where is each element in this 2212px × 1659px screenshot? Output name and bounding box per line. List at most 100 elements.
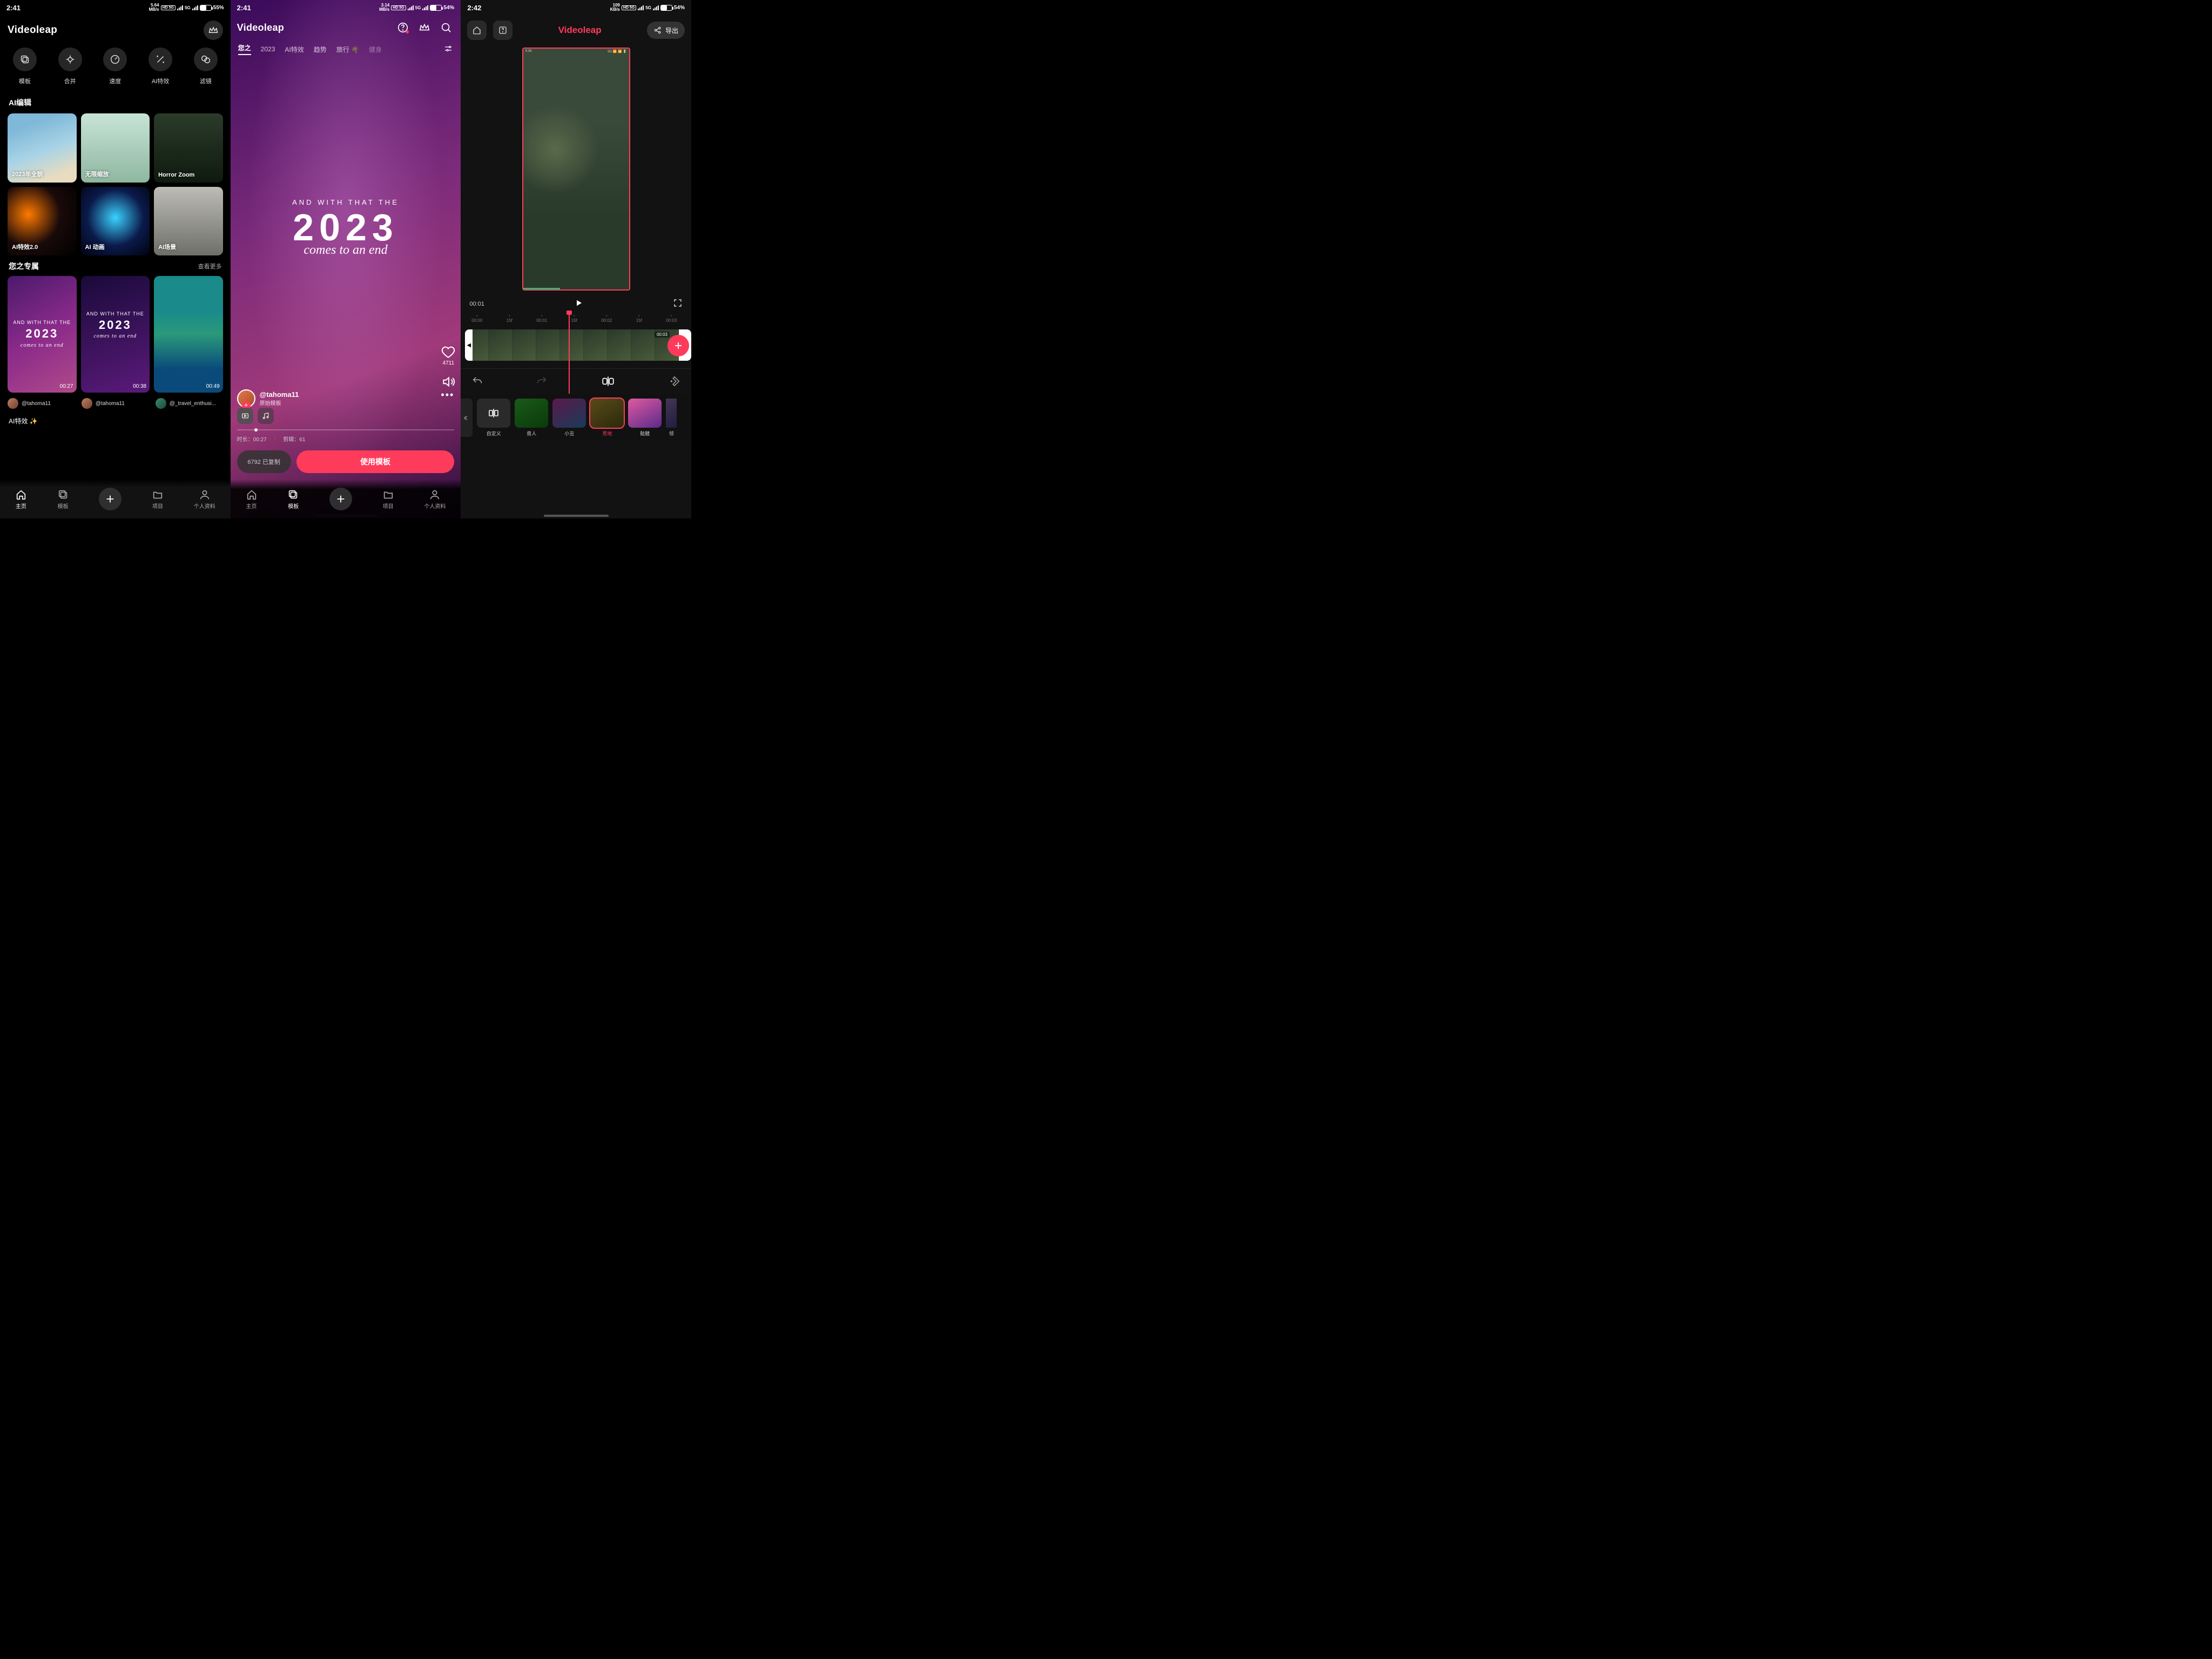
tool-speed[interactable]: 速度: [95, 48, 135, 85]
card-2023-look[interactable]: 2023年全貌: [8, 113, 77, 183]
edit-toolbar: [461, 368, 691, 394]
home-screen: 2:41 5.64MB/s HD 5G 5G 55% Videoleap 模板 …: [0, 0, 231, 518]
drawer-collapse-button[interactable]: [461, 399, 473, 437]
copy-icon: [19, 53, 31, 65]
fx-extra[interactable]: 领: [666, 399, 677, 437]
tool-templates[interactable]: 模板: [5, 48, 45, 85]
search-button[interactable]: [438, 19, 454, 36]
nav-templates[interactable]: 模板: [57, 489, 69, 510]
tab-travel[interactable]: 旅行 🌴: [336, 45, 359, 54]
tool-filter[interactable]: 滤镜: [186, 48, 226, 85]
tool-merge[interactable]: 合并: [50, 48, 90, 85]
progress-bar[interactable]: [237, 429, 455, 430]
clip-duration-label: 00:03: [655, 332, 670, 338]
for-you-card-2[interactable]: AND WITH THAT THE 2023 comes to an end 0…: [81, 276, 150, 393]
fx-joker[interactable]: 小丑: [552, 399, 586, 437]
nav-projects[interactable]: 项目: [382, 489, 394, 510]
split-icon: [600, 374, 616, 388]
author-avatar[interactable]: [237, 389, 255, 408]
card-ai-fx-2[interactable]: AI特效2.0: [8, 187, 77, 256]
author-2[interactable]: @tahoma11: [82, 398, 149, 409]
split-button[interactable]: [600, 374, 616, 391]
tab-for-you[interactable]: 您之: [238, 43, 251, 55]
keyframe-button[interactable]: [669, 375, 680, 390]
nav-templates[interactable]: 模板: [287, 489, 299, 510]
play-button[interactable]: [574, 298, 583, 309]
tab-trend[interactable]: 趋势: [314, 45, 327, 54]
templates-icon: [57, 489, 69, 501]
search-icon: [440, 22, 452, 33]
home-button[interactable]: [467, 21, 487, 40]
editor-header: Videoleap 导出: [461, 15, 691, 45]
for-you-card-1[interactable]: AND WITH THAT THE 2023 comes to an end 0…: [8, 276, 77, 393]
redo-button[interactable]: [536, 375, 548, 390]
see-more-link[interactable]: 查看更多: [198, 262, 222, 271]
add-clip-button[interactable]: [667, 335, 689, 356]
help-button[interactable]: [395, 19, 411, 36]
status-bar: 2:42 109KB/s HD 5G 5G 54%: [461, 0, 691, 15]
person-icon: [429, 489, 441, 501]
crown-button[interactable]: [416, 19, 433, 36]
author-1[interactable]: @tahoma11: [8, 398, 75, 409]
feed-cta: 6792 已复制 使用模板: [237, 450, 455, 473]
export-button[interactable]: 导出: [647, 22, 685, 39]
undo-button[interactable]: [471, 375, 483, 390]
track-row: ◀ 00:03: [461, 326, 691, 368]
for-you-card-3[interactable]: 00:49: [154, 276, 223, 393]
status-right: 109KB/s HD 5G 5G 54%: [610, 3, 685, 12]
fx-orc[interactable]: 兽人: [515, 399, 548, 437]
current-time: 00:01: [469, 301, 484, 307]
video-clip[interactable]: ◀ 00:03: [465, 329, 691, 361]
ai-edit-grid: 2023年全貌 无限缩放 Horror Zoom AI特效2.0 AI 动画 A…: [0, 113, 231, 255]
net-badge: HD 5G: [161, 5, 176, 10]
tab-settings-button[interactable]: [443, 44, 453, 55]
nav-profile[interactable]: 个人资料: [194, 489, 215, 510]
nav-profile[interactable]: 个人资料: [424, 489, 446, 510]
playhead[interactable]: [569, 313, 570, 394]
plus-icon: [104, 493, 116, 505]
music-mode-button[interactable]: [258, 408, 274, 424]
nav-create[interactable]: [99, 488, 122, 510]
author-3[interactable]: @_travel_enthusi...: [156, 398, 223, 409]
fx-skull[interactable]: 骷髅: [628, 399, 662, 437]
nav-home[interactable]: 主页: [15, 489, 27, 510]
app-header: Videoleap: [0, 15, 231, 43]
folder-icon: [382, 489, 394, 501]
feed-author[interactable]: @tahoma11 原始模板: [237, 389, 299, 408]
speaker-icon: [441, 375, 455, 389]
card-horror-zoom[interactable]: Horror Zoom: [154, 113, 223, 183]
battery-icon: [430, 5, 442, 11]
copied-count-button[interactable]: 6792 已复制: [237, 450, 291, 473]
tab-ai-fx[interactable]: AI特效: [285, 45, 304, 54]
card-ai-scene[interactable]: AI场景: [154, 187, 223, 256]
tool-ai-fx[interactable]: AI特效: [140, 48, 180, 85]
tools-row: 模板 合并 速度 AI特效 滤镜: [0, 43, 231, 94]
redo-icon: [536, 375, 548, 387]
nav-home[interactable]: 主页: [246, 489, 258, 510]
fullscreen-button[interactable]: [673, 298, 683, 309]
clip-handle-left[interactable]: ◀: [465, 329, 473, 361]
card-infinite-zoom[interactable]: 无限缩放: [81, 113, 150, 183]
sound-button[interactable]: [441, 375, 455, 389]
like-button[interactable]: 4711: [441, 345, 455, 366]
nav-create[interactable]: [329, 488, 352, 510]
progress-handle[interactable]: [254, 428, 258, 431]
tab-2023[interactable]: 2023: [261, 45, 275, 53]
fx-wasteland[interactable]: 荒地: [590, 399, 624, 437]
more-button[interactable]: •••: [441, 389, 454, 401]
tab-fitness[interactable]: 健身: [369, 45, 382, 54]
custom-icon: [487, 407, 500, 420]
app-header: Videoleap: [231, 15, 461, 40]
crown-button[interactable]: [204, 21, 223, 40]
help-button[interactable]: [493, 21, 512, 40]
video-mode-button[interactable]: [237, 408, 253, 424]
category-tabs: 您之 2023 AI特效 趋势 旅行 🌴 健身: [231, 40, 461, 60]
video-preview[interactable]: 9.395G 📶 📶 🔋: [522, 48, 630, 291]
fx-custom[interactable]: 自定义: [477, 399, 510, 437]
nav-projects[interactable]: 项目: [152, 489, 164, 510]
time-ruler[interactable]: 00:00 15f 00:01 15f 00:02 15f 00:03: [461, 313, 691, 326]
card-ai-anime[interactable]: AI 动画: [81, 187, 150, 256]
status-right: 5.64MB/s HD 5G 5G 55%: [149, 3, 224, 12]
use-template-button[interactable]: 使用模板: [296, 450, 455, 473]
crown-icon: [419, 22, 430, 33]
